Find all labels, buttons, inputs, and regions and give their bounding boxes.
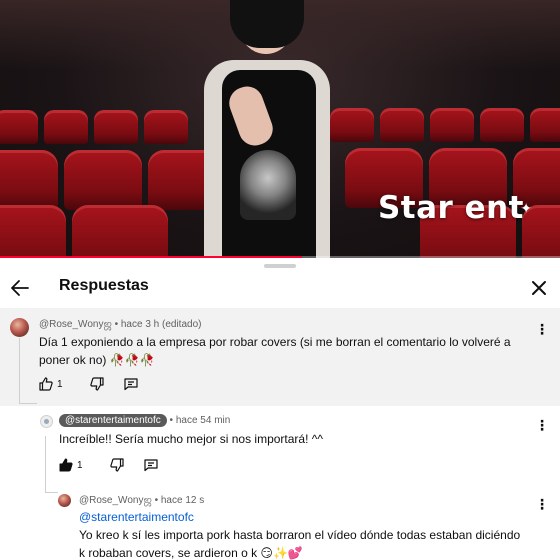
comment-meta: @starentertaimentofc • hace 54 min	[59, 414, 231, 427]
avatar[interactable]	[58, 494, 71, 507]
seat-row-front	[0, 205, 168, 258]
mention-link[interactable]: @starentertaimentofc	[79, 510, 194, 524]
comment-icon	[143, 459, 158, 472]
panel-header: Respuestas	[0, 270, 560, 308]
meta-separator: •	[114, 319, 119, 330]
close-icon	[532, 281, 546, 295]
dislike-button[interactable]	[109, 455, 125, 475]
meta-separator: •	[169, 415, 174, 426]
comment-1: @starentertaimentofc • hace 54 min Incre…	[0, 406, 560, 486]
more-options-button[interactable]: ⋮	[535, 322, 549, 336]
comment-time: hace 54 min	[175, 415, 231, 426]
comment-body: @starentertaimentofc Yo kreo k sí les im…	[79, 508, 529, 560]
comment-actions: 1	[58, 455, 159, 475]
thumbs-down-icon	[109, 458, 124, 472]
comment-meta: @Rose_Wonyஜ • hace 12 s	[79, 495, 204, 507]
comment-time: hace 12 s	[160, 495, 205, 506]
thumbs-down-icon	[89, 377, 104, 391]
comment-text: Yo kreo k sí les importa pork hasta borr…	[79, 528, 521, 560]
arrow-left-icon	[11, 280, 29, 296]
sparkle-icon: ✦	[520, 200, 532, 216]
comment-0: @Rose_Wonyஜ • hace 3 h (editado) Día 1 e…	[0, 308, 560, 406]
comment-actions: 1	[38, 374, 139, 394]
reply-button[interactable]	[123, 374, 139, 394]
more-vert-icon: ⋮	[535, 321, 549, 337]
more-vert-icon: ⋮	[535, 496, 549, 512]
comment-meta: @Rose_Wonyஜ • hace 3 h (editado)	[39, 319, 201, 331]
avatar[interactable]	[40, 415, 53, 428]
like-button[interactable]: 1	[38, 374, 63, 394]
channel-watermark: Star ent	[377, 190, 524, 226]
panel-title: Respuestas	[59, 277, 149, 294]
comment-author[interactable]: @Rose_Wonyஜ	[79, 495, 152, 506]
comment-text: Increíble!! Sería mucho mejor si nos imp…	[59, 432, 324, 446]
comment-time: hace 3 h (editado)	[120, 319, 202, 330]
shirt-print-graphic	[240, 150, 296, 220]
comment-icon	[123, 378, 138, 391]
thumbs-up-filled-icon	[59, 458, 73, 472]
drag-handle[interactable]	[264, 264, 296, 268]
like-button[interactable]: 1	[58, 455, 83, 475]
replies-panel: Respuestas @Rose_Wonyஜ • hace 3 h (edita…	[0, 258, 560, 560]
like-count: 1	[57, 378, 63, 390]
like-count: 1	[77, 459, 83, 471]
dancer	[190, 0, 340, 258]
dislike-button[interactable]	[89, 374, 105, 394]
back-button[interactable]	[10, 274, 32, 302]
seat-row-back-right	[330, 108, 560, 142]
more-options-button[interactable]: ⋮	[535, 497, 549, 511]
creator-badge[interactable]: @starentertaimentofc	[59, 414, 167, 427]
avatar[interactable]	[10, 318, 29, 337]
more-vert-icon: ⋮	[535, 417, 549, 433]
seat-row-back	[0, 110, 188, 144]
comment-text: Día 1 exponiendo a la empresa por robar …	[39, 335, 511, 367]
comment-author[interactable]: @Rose_Wonyஜ	[39, 319, 112, 330]
video-player[interactable]: Star ent ✦	[0, 0, 560, 258]
comment-2: @Rose_Wonyஜ • hace 12 s @starentertaimen…	[0, 488, 560, 560]
meta-separator: •	[154, 495, 159, 506]
thumbs-up-icon	[39, 377, 53, 391]
more-options-button[interactable]: ⋮	[535, 418, 549, 432]
close-button[interactable]	[528, 274, 550, 302]
reply-button[interactable]	[143, 455, 159, 475]
